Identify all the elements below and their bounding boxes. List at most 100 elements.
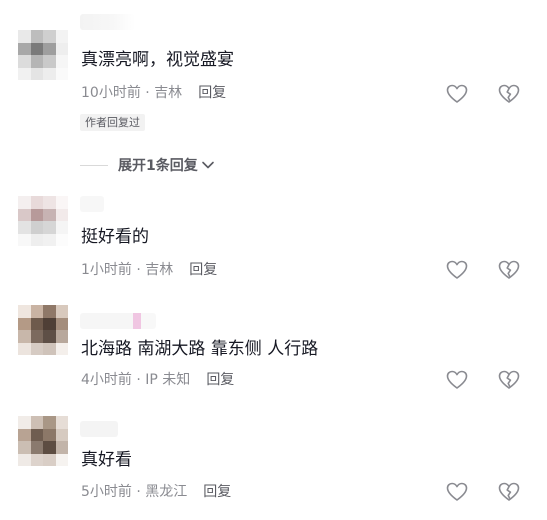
reply-button[interactable]: 回复 (203, 483, 231, 501)
avatar-pixel (43, 330, 56, 343)
avatar-pixel (30, 416, 43, 429)
avatar-pixel (30, 30, 43, 43)
like-heart-icon[interactable] (446, 370, 468, 390)
avatar-pixel (30, 196, 43, 209)
comment-text: 北海路 南湖大路 靠东侧 人行路 (81, 339, 319, 359)
comment-location: 吉林 (154, 85, 183, 101)
like-heart-icon[interactable] (446, 482, 468, 502)
avatar-pixel (30, 305, 43, 318)
avatar-pixel (43, 317, 56, 330)
avatar-pixel (18, 441, 31, 454)
avatar-pixel (18, 428, 31, 441)
comment-location: 黑龙江 (145, 484, 188, 500)
avatar[interactable] (18, 305, 68, 355)
avatar-pixel (55, 342, 68, 355)
avatar-pixel (30, 67, 43, 80)
comment-meta: 5小时前 · 黑龙江 回复 (81, 483, 232, 501)
avatar-pixel (55, 67, 68, 80)
avatar-pixel (43, 208, 56, 221)
avatar-pixel (18, 330, 31, 343)
avatar-pixel (30, 221, 43, 234)
avatar-pixel (30, 42, 43, 55)
like-heart-icon[interactable] (446, 260, 468, 280)
comment-time: 5小时前 (81, 484, 132, 500)
dislike-icon[interactable] (498, 482, 520, 502)
avatar-pixel (30, 330, 43, 343)
avatar-pixel (43, 67, 56, 80)
avatar-pixel (55, 416, 68, 429)
avatar-pixel (55, 428, 68, 441)
avatar[interactable] (18, 416, 68, 466)
like-heart-icon[interactable] (446, 84, 468, 104)
avatar-pixel (43, 30, 56, 43)
avatar-pixel (43, 416, 56, 429)
avatar-pixel (18, 55, 31, 68)
avatar-pixel (18, 67, 31, 80)
avatar-pixel (55, 30, 68, 43)
avatar-pixel (30, 428, 43, 441)
avatar-pixel (43, 428, 56, 441)
avatar-pixel (18, 416, 31, 429)
avatar-pixel (43, 441, 56, 454)
avatar[interactable] (18, 30, 68, 80)
avatar-pixel (55, 196, 68, 209)
avatar-pixel (43, 233, 56, 246)
comment-location: 吉林 (145, 262, 174, 278)
reply-button[interactable]: 回复 (198, 84, 226, 102)
avatar-pixel (55, 233, 68, 246)
avatar-pixel (43, 342, 56, 355)
reply-button[interactable]: 回复 (206, 371, 234, 389)
username-blurred[interactable] (80, 313, 156, 329)
avatar-pixel (43, 42, 56, 55)
comment-meta: 1小时前 · 吉林 回复 (81, 261, 218, 279)
avatar-pixel (18, 42, 31, 55)
avatar-pixel (18, 342, 31, 355)
avatar-pixel (18, 317, 31, 330)
avatar-pixel (18, 196, 31, 209)
comment-time: 1小时前 (81, 262, 132, 278)
avatar-pixel (43, 453, 56, 466)
avatar-pixel (30, 317, 43, 330)
avatar-pixel (55, 208, 68, 221)
username-blurred[interactable] (80, 14, 135, 30)
avatar-pixel (18, 208, 31, 221)
comment-text: 挺好看的 (81, 227, 149, 247)
divider (80, 164, 108, 166)
username-blurred[interactable] (80, 421, 118, 437)
avatar-pixel (55, 42, 68, 55)
avatar-pixel (55, 317, 68, 330)
avatar-pixel (30, 233, 43, 246)
avatar-pixel (43, 55, 56, 68)
avatar-pixel (30, 55, 43, 68)
avatar-pixel (18, 221, 31, 234)
avatar-pixel (43, 196, 56, 209)
chevron-down-icon (201, 161, 214, 169)
comment-meta: 4小时前 · IP 未知 回复 (81, 371, 235, 389)
dislike-icon[interactable] (498, 370, 520, 390)
comment-time: 4小时前 (81, 372, 132, 388)
avatar-pixel (30, 342, 43, 355)
avatar-pixel (18, 453, 31, 466)
comment-text: 真漂亮啊，视觉盛宴 (81, 50, 234, 70)
comment-text: 真好看 (81, 450, 132, 470)
comment-meta: 10小时前 · 吉林 回复 (81, 84, 227, 102)
avatar-pixel (30, 208, 43, 221)
comment-time: 10小时前 (81, 85, 141, 101)
avatar-pixel (55, 305, 68, 318)
comment-location: IP 未知 (145, 372, 191, 388)
avatar-pixel (43, 305, 56, 318)
avatar-pixel (18, 305, 31, 318)
avatar-pixel (55, 55, 68, 68)
avatar-pixel (55, 453, 68, 466)
expand-replies-label: 展开1条回复 (118, 158, 198, 174)
author-replied-badge: 作者回复过 (80, 114, 145, 131)
dislike-icon[interactable] (498, 84, 520, 104)
reply-button[interactable]: 回复 (189, 261, 217, 279)
avatar-pixel (55, 441, 68, 454)
avatar-pixel (18, 30, 31, 43)
dislike-icon[interactable] (498, 260, 520, 280)
avatar-pixel (18, 233, 31, 246)
username-blurred[interactable] (80, 196, 104, 212)
avatar[interactable] (18, 196, 68, 246)
expand-replies-button[interactable]: 展开1条回复 (80, 155, 215, 175)
